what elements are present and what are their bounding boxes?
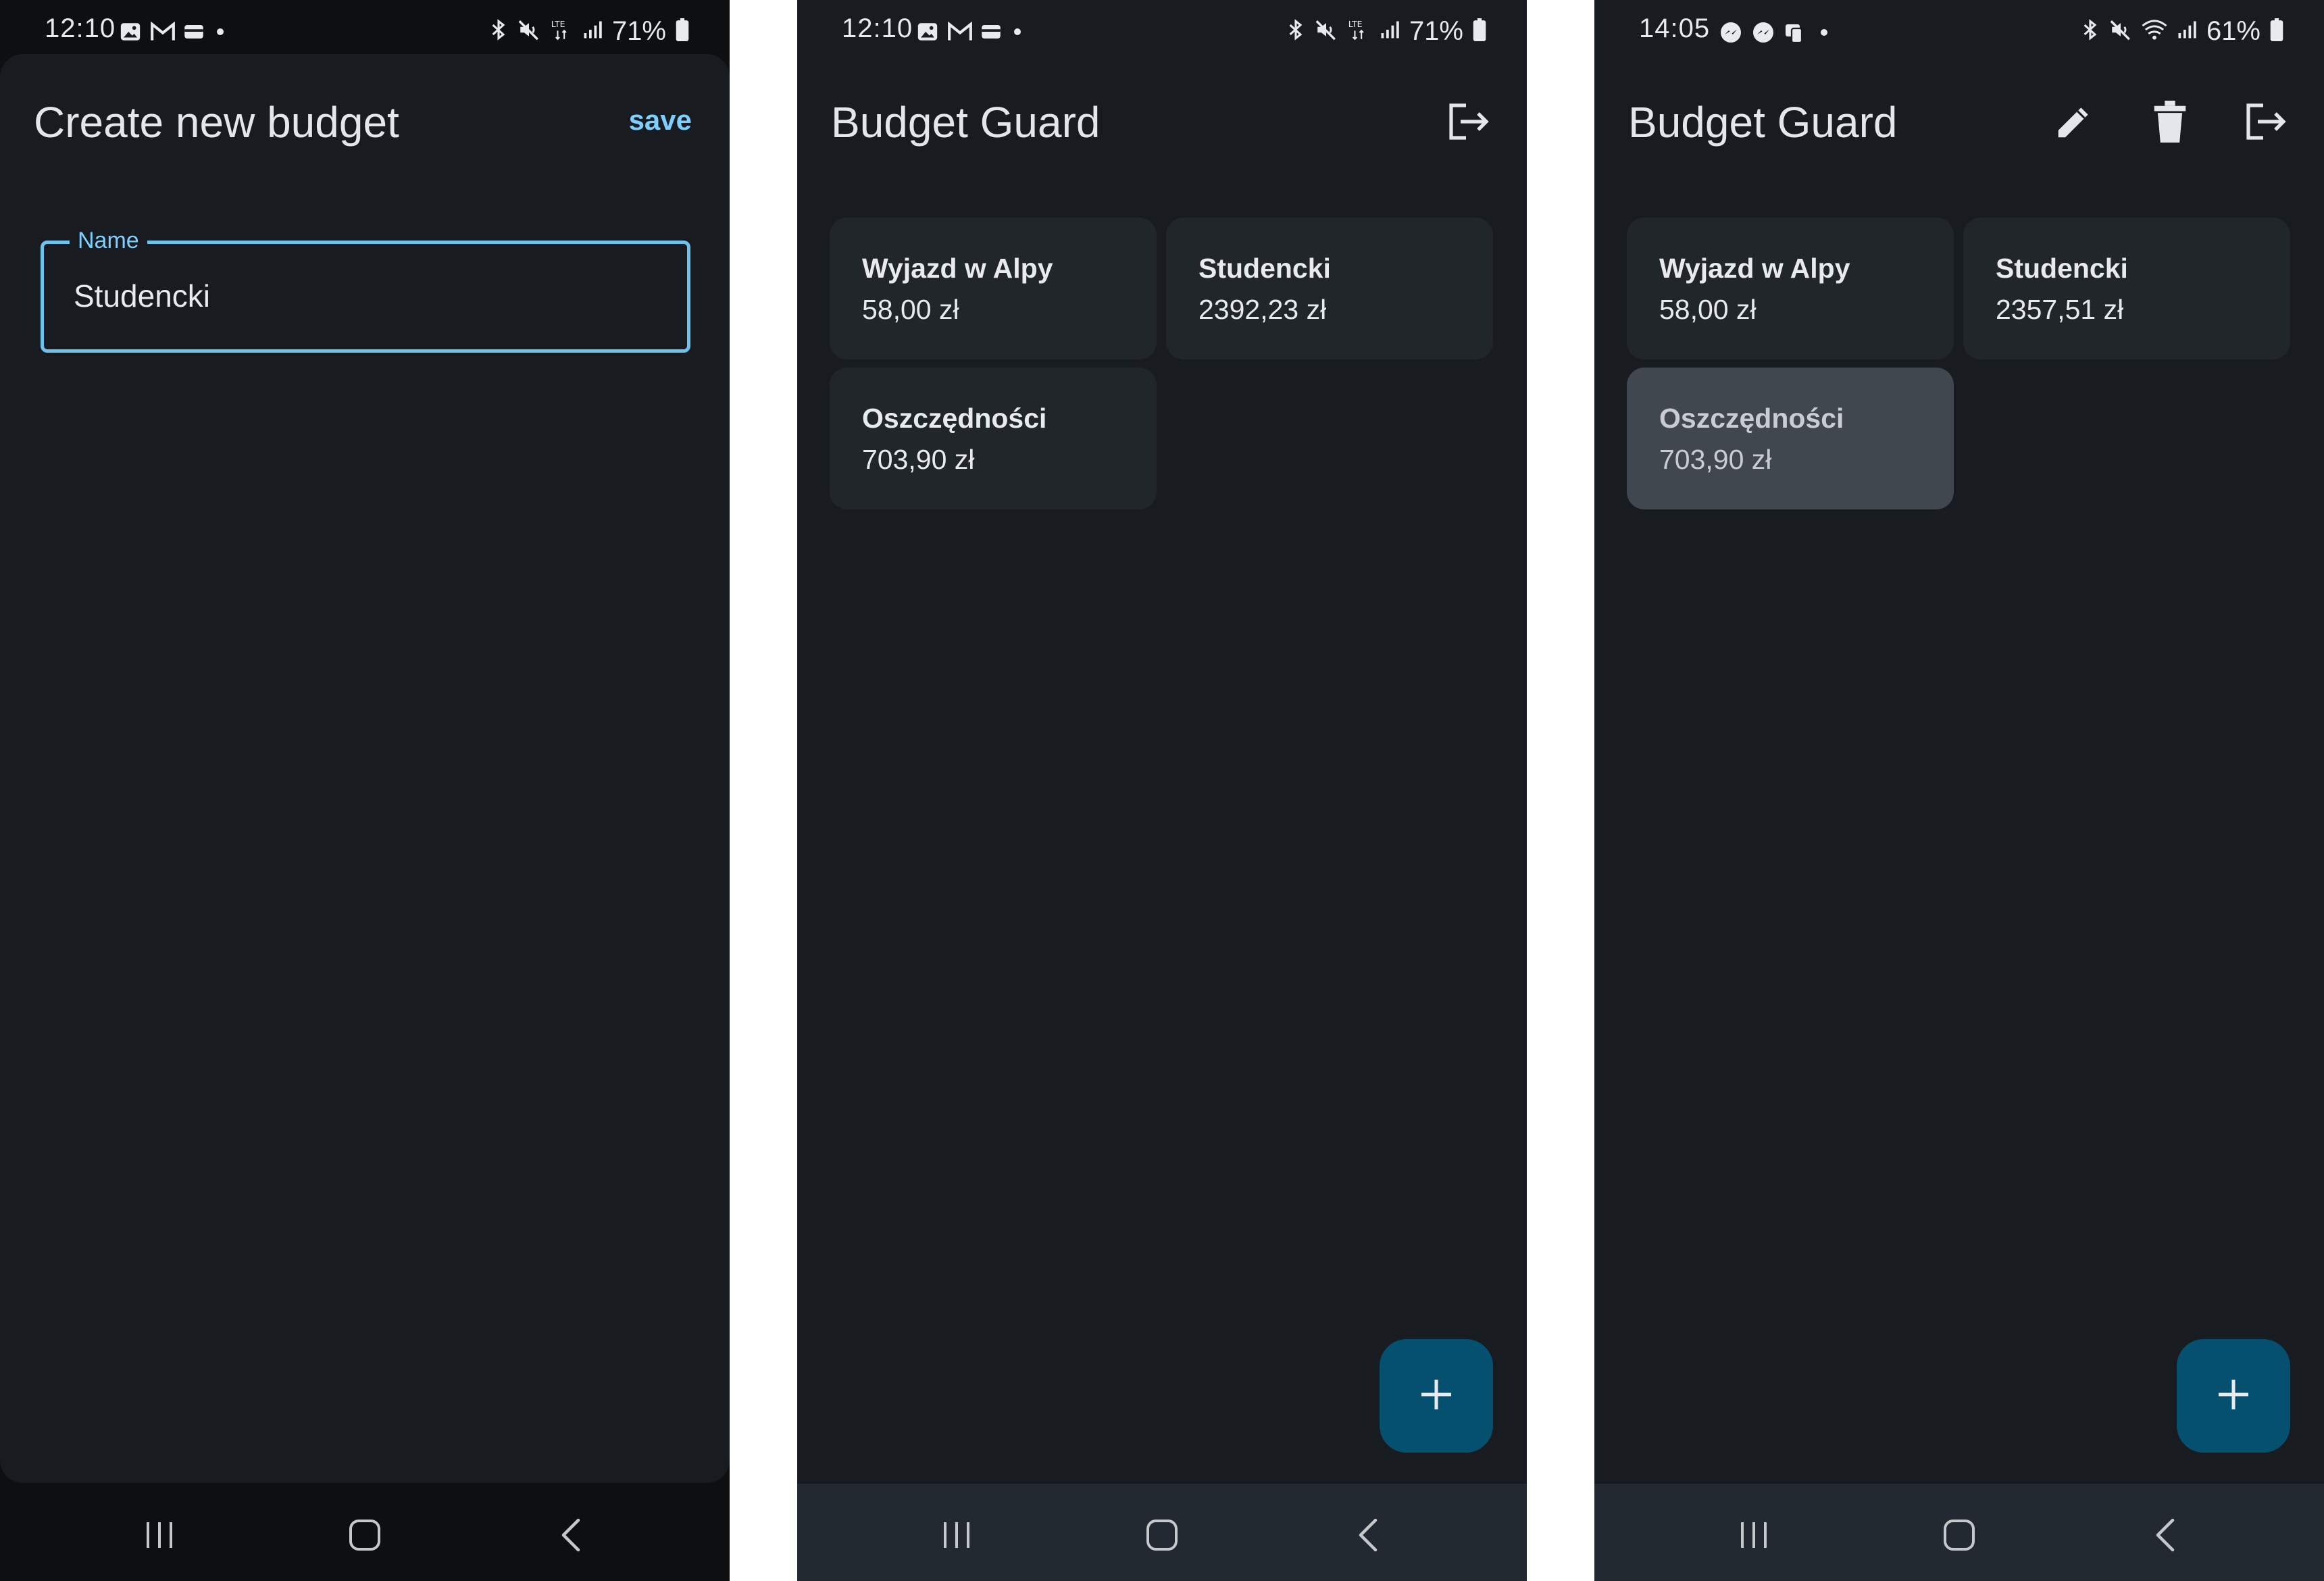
page-title: Create new budget (34, 98, 399, 147)
name-field-label: Name (70, 228, 147, 254)
recent-apps-icon[interactable] (132, 1508, 186, 1562)
system-navigation-bar (1594, 1484, 2324, 1581)
battery-icon (1473, 18, 1486, 45)
logout-icon[interactable] (2239, 95, 2293, 149)
notification-icons (119, 20, 228, 47)
mute-icon (517, 18, 540, 45)
budget-card[interactable]: Studencki 2357,51 zł (1963, 218, 2290, 359)
gmail-icon (150, 21, 176, 46)
back-icon[interactable] (2139, 1508, 2193, 1562)
budget-name: Oszczędności (862, 403, 1047, 434)
lte-icon: LTE (550, 18, 573, 45)
budget-amount: 58,00 zł (1659, 294, 1757, 325)
bluetooth-icon (2081, 18, 2100, 45)
save-button[interactable]: save (629, 104, 692, 136)
signal-icon (1380, 20, 1400, 43)
gmail-icon (947, 21, 973, 46)
system-navigation-bar (797, 1484, 1527, 1581)
app-title: Budget Guard (1628, 98, 1898, 147)
system-navigation-bar (0, 1484, 730, 1581)
budget-name: Studencki (1996, 253, 2128, 284)
dot-icon (1009, 24, 1026, 43)
delete-icon[interactable] (2143, 95, 2197, 149)
notification-icons (1719, 20, 1832, 48)
home-icon[interactable] (1932, 1508, 1986, 1562)
budget-amount: 2392,23 zł (1198, 294, 1327, 325)
name-input[interactable] (74, 278, 655, 314)
wallet-icon (981, 23, 1001, 44)
back-icon[interactable] (1342, 1508, 1396, 1562)
battery-icon (676, 18, 689, 45)
budget-amount: 703,90 zł (862, 444, 975, 475)
home-icon[interactable] (338, 1508, 392, 1562)
system-status-icons: 61% (2081, 16, 2283, 47)
wifi-icon (2142, 18, 2167, 45)
system-status-icons: LTE 71% (1286, 16, 1486, 47)
status-bar: 12:10 LTE 71% (797, 0, 1527, 68)
system-status-icons: LTE 71% (489, 16, 689, 47)
signal-icon (582, 20, 603, 43)
budget-amount: 2357,51 zł (1996, 294, 2124, 325)
svg-text:LTE: LTE (1348, 19, 1363, 29)
add-budget-button[interactable] (2177, 1339, 2290, 1453)
status-time: 12:10 (45, 14, 116, 43)
budget-card[interactable]: Oszczędności 703,90 zł (830, 368, 1157, 509)
mute-icon (2109, 18, 2132, 45)
budget-amount: 58,00 zł (862, 294, 959, 325)
budget-card[interactable]: Studencki 2392,23 zł (1166, 218, 1493, 359)
plus-icon (2216, 1377, 2251, 1415)
budget-name: Oszczędności (1659, 403, 1844, 434)
budget-name: Wyjazd w Alpy (862, 253, 1053, 284)
add-budget-button[interactable] (1380, 1339, 1493, 1453)
battery-icon (2270, 18, 2283, 45)
plus-icon (1419, 1377, 1454, 1415)
budget-list-selection-screen: 14:05 61% Budget Guard Wyjazd w Alpy 58,… (1594, 0, 2324, 1581)
lte-icon: LTE (1347, 18, 1370, 45)
back-icon[interactable] (545, 1508, 599, 1562)
image-notification-icon (119, 20, 142, 47)
status-time: 14:05 (1639, 14, 1711, 43)
dot-icon (212, 24, 228, 43)
budget-amount: 703,90 zł (1659, 444, 1772, 475)
budget-card-selected[interactable]: Oszczędności 703,90 zł (1627, 368, 1954, 509)
battery-level: 71% (1409, 16, 1463, 46)
budget-card[interactable]: Wyjazd w Alpy 58,00 zł (830, 218, 1157, 359)
messenger-icon (1719, 20, 1743, 48)
wallet-icon (184, 23, 204, 44)
home-icon[interactable] (1135, 1508, 1189, 1562)
budget-name: Studencki (1198, 253, 1331, 284)
edit-icon[interactable] (2047, 95, 2101, 149)
budget-name: Wyjazd w Alpy (1659, 253, 1850, 284)
notification-icons (916, 20, 1026, 47)
status-time: 12:10 (842, 14, 913, 43)
name-field[interactable]: Name (41, 228, 690, 353)
svg-text:LTE: LTE (551, 19, 565, 29)
battery-level: 71% (611, 16, 666, 46)
recent-apps-icon[interactable] (930, 1508, 984, 1562)
logout-icon[interactable] (1442, 95, 1496, 149)
bluetooth-icon (489, 18, 508, 45)
bluetooth-icon (1286, 18, 1305, 45)
mute-icon (1315, 18, 1338, 45)
image-notification-icon (916, 20, 939, 47)
messenger-icon (1751, 20, 1775, 48)
budget-card[interactable]: Wyjazd w Alpy 58,00 zł (1627, 218, 1954, 359)
signal-icon (2177, 20, 2197, 43)
nfc-payment-icon (1784, 20, 1808, 48)
status-bar: 14:05 61% (1594, 0, 2324, 68)
dot-icon (1816, 24, 1832, 44)
create-budget-screen: 12:10 LTE 71% Create new budget save Nam… (0, 0, 730, 1581)
budget-list-screen: 12:10 LTE 71% Budget Guard Wyjazd w Alpy… (797, 0, 1527, 1581)
battery-level: 61% (2206, 16, 2260, 46)
app-title: Budget Guard (831, 98, 1101, 147)
recent-apps-icon[interactable] (1727, 1508, 1781, 1562)
